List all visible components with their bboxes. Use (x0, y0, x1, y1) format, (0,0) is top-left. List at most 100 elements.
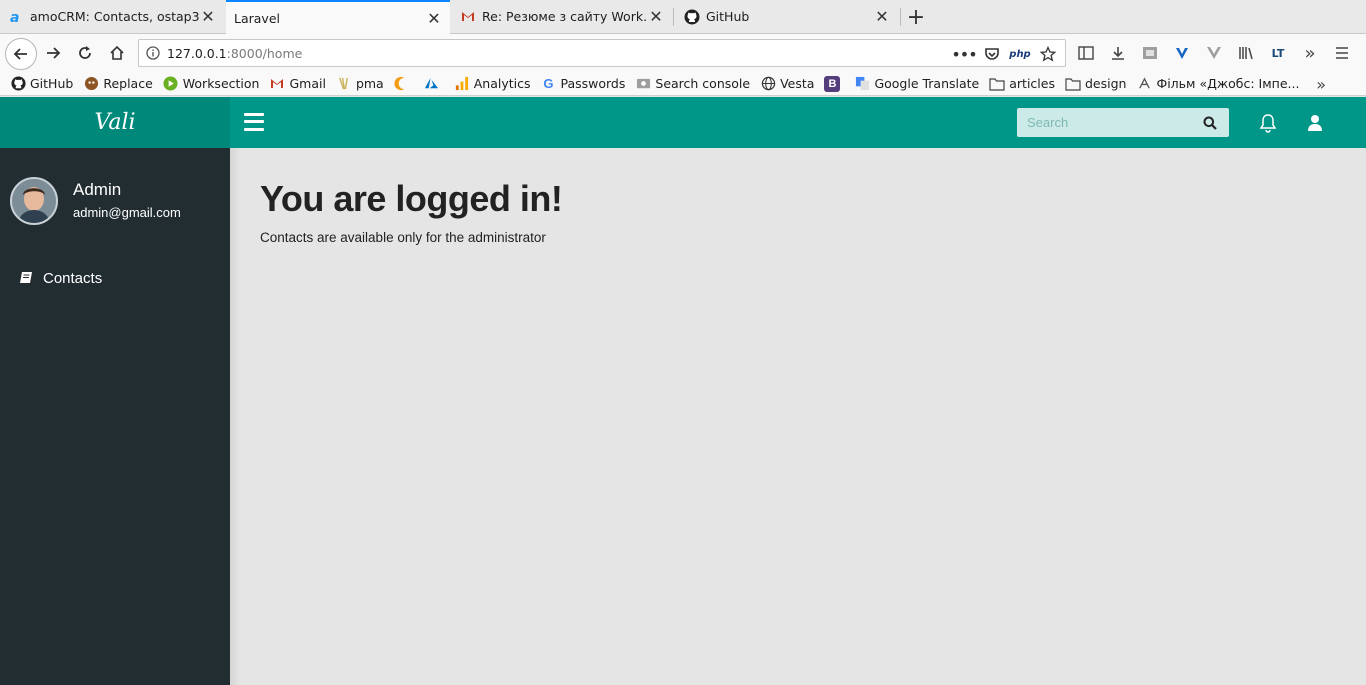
url-bar[interactable]: 127.0.0.1:8000/home ••• php (138, 39, 1066, 67)
close-icon[interactable]: ✕ (874, 7, 890, 26)
tab-laravel[interactable]: Laravel ✕ (226, 0, 450, 34)
google-icon: G (543, 76, 554, 91)
tab-separator (673, 8, 674, 26)
close-icon[interactable]: ✕ (426, 9, 442, 28)
bookmark-vesta[interactable]: Vesta (760, 76, 814, 92)
tab-amocrm[interactable]: a amoCRM: Contacts, ostap34p ✕ (0, 0, 224, 33)
bookmark-google-translate[interactable]: Google Translate (854, 76, 979, 92)
pma-icon (336, 76, 352, 92)
url-path: :8000/home (226, 45, 303, 61)
bookmark-label: Search console (655, 76, 751, 91)
content-shadow (230, 148, 240, 685)
bookmark-moon[interactable] (394, 76, 414, 92)
user-icon[interactable] (1302, 110, 1328, 136)
azure-icon (424, 76, 440, 92)
bookmark-label: Replace (103, 76, 153, 91)
moon-icon (394, 76, 410, 92)
bookmark-bootstrap[interactable]: B (824, 75, 844, 92)
sidebar-item-label: Contacts (43, 269, 103, 287)
bookmark-replace[interactable]: Replace (83, 76, 153, 92)
page-title: You are logged in! (260, 178, 563, 219)
bookmark-label: Worksection (182, 76, 260, 91)
user-email: admin@gmail.com (73, 205, 181, 220)
worksection-icon (163, 76, 179, 92)
bookmark-label: Google Translate (874, 76, 980, 91)
tab-separator (900, 8, 901, 26)
translate-icon (854, 76, 870, 92)
tab-title: Re: Резюме з сайту Work.ua (482, 9, 648, 24)
tab-title: Laravel (234, 10, 280, 26)
close-icon[interactable]: ✕ (648, 7, 664, 26)
screenshot-extension-icon[interactable] (1136, 39, 1164, 67)
folder-icon (989, 76, 1005, 92)
bookmark-label: Passwords (560, 76, 626, 91)
star-icon[interactable] (1037, 43, 1059, 65)
bookmark-analytics[interactable]: Analytics (454, 76, 530, 92)
bookmark-github[interactable]: GitHub (10, 76, 73, 92)
tab-gmail[interactable]: Re: Резюме з сайту Work.ua ✕ (452, 0, 672, 33)
browser-tab-strip: a amoCRM: Contacts, ostap34p ✕ Laravel ✕… (0, 0, 1366, 34)
gmail-icon (269, 76, 285, 92)
tab-title: GitHub (706, 9, 750, 24)
page-actions-icon[interactable]: ••• (951, 43, 977, 65)
vue-devtools-icon[interactable] (1200, 39, 1228, 67)
app-logo[interactable]: Vali (0, 97, 230, 148)
svg-text:a: a (10, 10, 19, 24)
main-content: You are logged in! Contacts are availabl… (230, 148, 1366, 685)
new-tab-button[interactable]: + (903, 4, 929, 30)
page-subtitle: Contacts are available only for the admi… (260, 230, 546, 245)
tab-github[interactable]: GitHub ✕ (676, 0, 898, 33)
url-text[interactable]: 127.0.0.1:8000/home (167, 46, 302, 61)
lt-extension-icon[interactable]: LT (1264, 39, 1292, 67)
hamburger-menu-icon[interactable] (1328, 39, 1356, 67)
bookmark-label: Vesta (780, 76, 815, 91)
forward-button[interactable] (39, 39, 67, 67)
php-badge-icon[interactable]: php (1009, 43, 1031, 65)
bookmark-label: Фільм «Джобс: Імпе... (1156, 76, 1300, 91)
bookmark-worksection[interactable]: Worksection (163, 76, 260, 92)
overflow-menu-icon[interactable]: » (1296, 39, 1324, 67)
vpn-extension-icon[interactable] (1168, 39, 1196, 67)
globe-icon (760, 76, 776, 92)
bookmark-film[interactable]: Фільм «Джобс: Імпе... (1136, 76, 1299, 92)
bookmark-folder-articles[interactable]: articles (989, 76, 1055, 92)
bookmark-search-console[interactable]: Search console (635, 76, 750, 92)
bookmark-folder-design[interactable]: design (1065, 76, 1126, 92)
bookmark-pma[interactable]: pma (336, 76, 384, 92)
sidebar-toggle-icon[interactable] (1072, 39, 1100, 67)
search-icon[interactable] (1197, 108, 1223, 137)
bookmark-gmail[interactable]: Gmail (269, 76, 326, 92)
bookmarks-bar: GitHub Replace Worksection Gmail pma Ana… (0, 72, 1366, 96)
bookmark-passwords[interactable]: G Passwords (540, 76, 625, 92)
github-icon (684, 9, 700, 25)
folder-icon (1065, 76, 1081, 92)
avatar (10, 177, 58, 225)
sidebar-toggle-button[interactable] (244, 111, 264, 133)
back-button[interactable] (5, 38, 37, 70)
app-header: Vali (0, 97, 1366, 148)
bookmarks-overflow-icon[interactable]: » (1316, 75, 1326, 94)
reload-icon (79, 46, 91, 59)
bootstrap-icon: B (824, 75, 841, 92)
bell-icon[interactable] (1255, 110, 1281, 136)
amocrm-icon: a (8, 9, 24, 25)
bookmark-label: design (1084, 76, 1127, 91)
pocket-icon[interactable] (981, 43, 1003, 65)
tab-title: amoCRM: Contacts, ostap34p (30, 9, 200, 24)
download-icon[interactable] (1104, 39, 1132, 67)
book-icon (18, 270, 34, 286)
sidebar-item-contacts[interactable]: Contacts (0, 264, 230, 292)
bookmark-label: articles (1009, 76, 1055, 91)
bookmark-label: pma (355, 76, 384, 91)
home-button[interactable] (103, 39, 131, 67)
search-input[interactable] (1017, 115, 1197, 130)
bookmark-azure[interactable] (424, 76, 444, 92)
reload-button[interactable] (71, 39, 99, 67)
library-icon[interactable] (1232, 39, 1260, 67)
home-icon (110, 45, 124, 60)
analytics-icon (454, 76, 470, 92)
bookmark-label: Gmail (289, 76, 326, 91)
bookmark-label: GitHub (30, 76, 74, 91)
info-icon[interactable] (139, 46, 167, 60)
close-icon[interactable]: ✕ (200, 7, 216, 26)
